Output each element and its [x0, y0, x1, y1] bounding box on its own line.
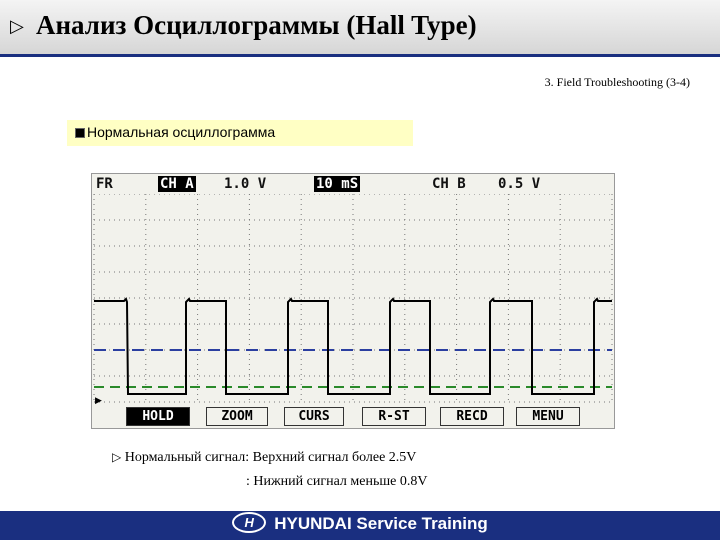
footer-banner: H HYUNDAI Service Training: [0, 511, 720, 540]
section-label: 3. Field Troubleshooting (3-4): [544, 75, 690, 89]
scope-menu-zoom[interactable]: ZOOM: [206, 407, 268, 426]
scope-status-bar: FR CH A 1.0 V 10 mS CH B 0.5 V: [92, 174, 614, 194]
bullet-square-icon: [75, 128, 85, 138]
scope-menu-rst[interactable]: R-ST: [362, 407, 426, 426]
note-arrow-icon: ▷: [112, 450, 122, 464]
scope-mode: FR: [96, 176, 113, 192]
footer-brand-text: HYUNDAI Service Training: [274, 514, 488, 533]
page-title: Анализ Осциллограммы (Hall Type): [36, 10, 477, 40]
hyundai-logo-icon: H: [232, 512, 267, 534]
header-arrow-icon: ▷: [10, 16, 24, 37]
scope-channel-b: CH B: [432, 176, 466, 192]
scope-menu-hold[interactable]: HOLD: [126, 407, 190, 426]
subtitle-bar: Нормальная осциллограмма: [67, 120, 413, 146]
scope-menu-curs[interactable]: CURS: [284, 407, 344, 426]
header-banner: ▷ Анализ Осциллограммы (Hall Type): [0, 0, 720, 54]
note-line-2: : Нижний сигнал меньше 0.8V: [246, 474, 428, 489]
scope-channel-a: CH A: [158, 176, 196, 192]
scope-timebase: 10 mS: [314, 176, 361, 192]
trigger-marker-icon: ▶: [95, 396, 102, 406]
footer-logo: H HYUNDAI Service Training: [0, 512, 720, 535]
scope-menu-menu[interactable]: MENU: [516, 407, 580, 426]
scope-waveform-area: ▶: [93, 194, 613, 406]
subtitle-text: Нормальная осциллограмма: [87, 124, 276, 140]
header-divider: [0, 54, 720, 57]
scope-grid: [93, 194, 613, 404]
scope-voltage-a: 1.0 V: [224, 176, 267, 192]
oscilloscope-screen: FR CH A 1.0 V 10 mS CH B 0.5 V ▶ HOLD ZO…: [91, 173, 615, 429]
scope-menu-recd[interactable]: RECD: [440, 407, 504, 426]
scope-voltage-b: 0.5 V: [498, 176, 541, 192]
note-text-1: Нормальный сигнал: Верхний сигнал более …: [124, 450, 417, 465]
note-line-1: ▷ Нормальный сигнал: Верхний сигнал боле…: [112, 450, 416, 466]
